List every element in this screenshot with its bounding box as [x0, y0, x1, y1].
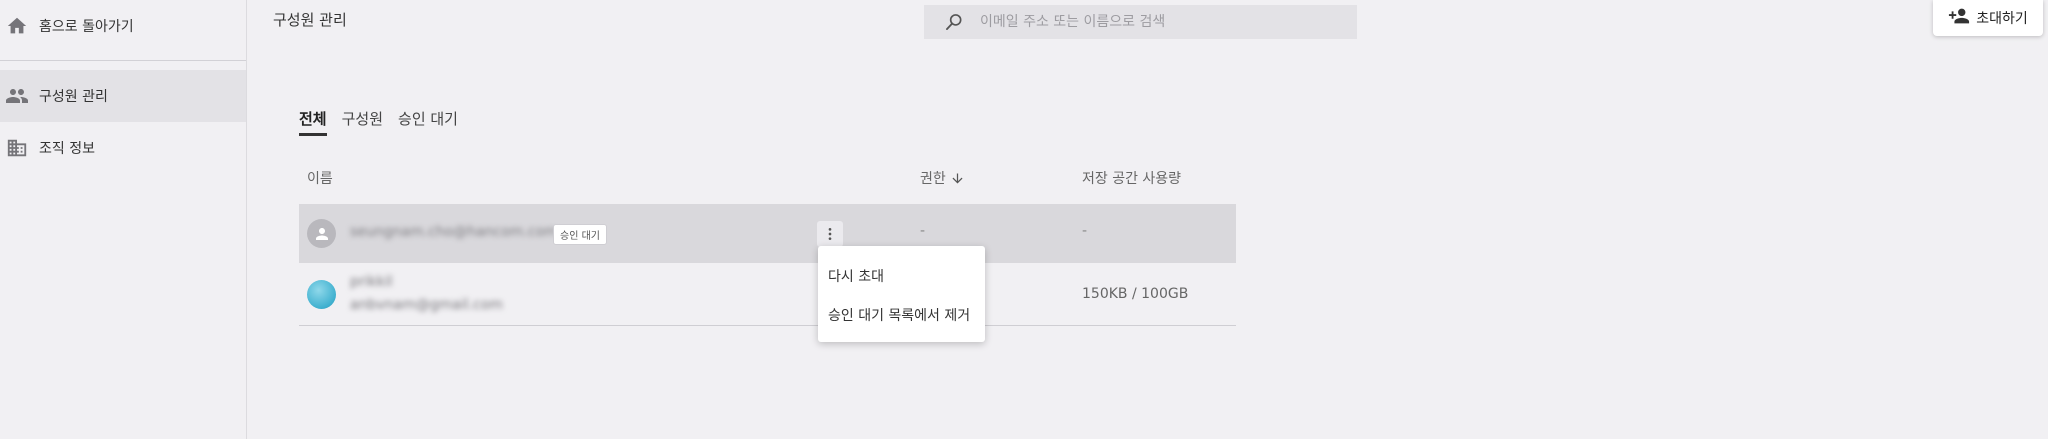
sidebar-item-label: 조직 정보	[39, 141, 95, 157]
people-icon	[4, 83, 30, 109]
menu-item-reinvite[interactable]: 다시 초대	[828, 266, 884, 286]
row-context-menu: 다시 초대 승인 대기 목록에서 제거	[818, 246, 985, 342]
member-role: -	[920, 223, 926, 239]
column-header-storage[interactable]: 저장 공간 사용량	[1082, 168, 1181, 188]
tab-all[interactable]: 전체	[299, 108, 327, 136]
column-header-role-label: 권한	[920, 171, 946, 187]
page-title: 구성원 관리	[273, 11, 347, 29]
member-email: seungnam.cho@hancom.com	[350, 224, 558, 240]
column-header-name[interactable]: 이름	[307, 168, 333, 188]
sidebar-item-label: 구성원 관리	[39, 89, 108, 105]
app-window: 홈으로 돌아가기 구성원 관리 조직 정보 구성원 관리 초대하기	[0, 0, 2048, 439]
invite-button-label: 초대하기	[1976, 11, 2028, 27]
table-row[interactable]: prikkil anbvnam@gmail.com 150KB / 100GB	[299, 264, 1236, 326]
sidebar: 홈으로 돌아가기 구성원 관리 조직 정보	[0, 0, 247, 439]
arrow-down-icon	[950, 171, 965, 186]
member-storage: -	[1082, 223, 1088, 239]
member-storage: 150KB / 100GB	[1082, 286, 1189, 302]
search-bar[interactable]	[924, 5, 1357, 39]
member-name: prikkil	[350, 274, 393, 290]
column-header-role[interactable]: 권한	[920, 168, 965, 188]
search-icon	[944, 12, 964, 32]
sidebar-home-label: 홈으로 돌아가기	[39, 19, 134, 35]
search-input[interactable]	[978, 13, 1342, 31]
table-row[interactable]: seungnam.cho@hancom.com 승인 대기 - -	[299, 204, 1236, 263]
sidebar-item-members[interactable]: 구성원 관리	[0, 70, 246, 122]
tab-pending[interactable]: 승인 대기	[398, 108, 458, 136]
more-options-button[interactable]	[817, 221, 843, 247]
avatar	[307, 280, 336, 309]
tab-members[interactable]: 구성원	[342, 108, 383, 136]
member-email: anbvnam@gmail.com	[350, 297, 503, 313]
avatar	[307, 219, 336, 248]
status-badge: 승인 대기	[553, 224, 607, 245]
filter-tabs: 전체 구성원 승인 대기	[299, 108, 473, 136]
person-add-icon	[1948, 5, 1970, 31]
menu-item-remove-pending[interactable]: 승인 대기 목록에서 제거	[828, 305, 970, 325]
sidebar-item-org-info[interactable]: 조직 정보	[0, 122, 246, 174]
building-icon	[4, 135, 30, 161]
sidebar-divider	[0, 60, 246, 61]
invite-button[interactable]: 초대하기	[1933, 0, 2043, 36]
sidebar-home-link[interactable]: 홈으로 돌아가기	[0, 8, 246, 44]
home-icon	[4, 13, 30, 39]
more-vert-icon	[828, 228, 832, 240]
